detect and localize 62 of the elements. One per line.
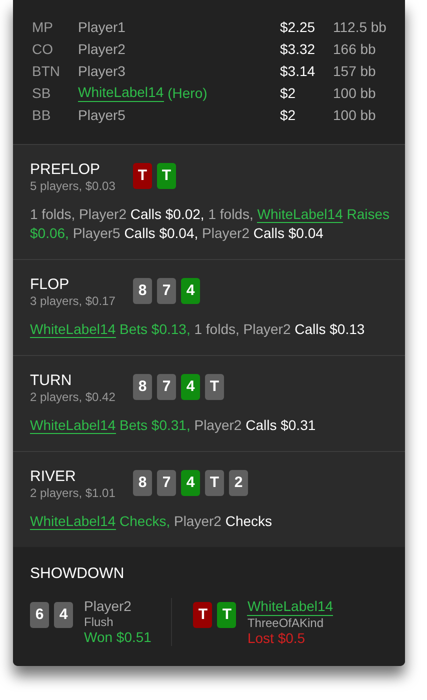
playing-card: 7 [157, 278, 176, 304]
playing-card: T [133, 163, 152, 189]
player-name: Player2 [78, 41, 126, 58]
action-log: WhiteLabel14 Bets $0.13, 1 folds, Player2 Calls $0.13 [30, 320, 366, 339]
playing-card: T [205, 470, 224, 496]
playing-card: 7 [157, 470, 176, 496]
playing-card: 6 [30, 602, 49, 628]
big-blinds: 157 bb [333, 63, 377, 80]
playing-card: T [157, 163, 176, 189]
playing-card: T [205, 374, 224, 400]
hand-rank: ThreeOfAKind [247, 616, 324, 631]
street-info: 5 players, $0.03 [30, 179, 116, 193]
position-label: BB [32, 107, 52, 124]
playing-card: 7 [157, 374, 176, 400]
player-name: Player2 [84, 598, 132, 615]
player-name: Player5 [78, 107, 126, 124]
position-label: SB [32, 85, 52, 102]
stack-amount: $2 [280, 85, 297, 102]
showdown-title: SHOWDOWN [30, 565, 126, 583]
action-log: WhiteLabel14 Bets $0.31, Player2 Calls $0.31 [30, 416, 317, 435]
playing-card: 4 [181, 374, 200, 400]
street-info: 2 players, $1.01 [30, 486, 116, 500]
street-title: TURN [30, 372, 73, 390]
hero-tag: (Hero) [168, 85, 208, 102]
playing-card: 8 [133, 374, 152, 400]
position-label: MP [32, 19, 54, 36]
player-name: Player1 [78, 19, 126, 36]
street-title: FLOP [30, 276, 70, 294]
street-info: 2 players, $0.42 [30, 390, 116, 404]
street-title: RIVER [30, 468, 77, 486]
player-link[interactable]: WhiteLabel14 [30, 417, 116, 434]
position-label: BTN [32, 63, 61, 80]
playing-card: 8 [133, 470, 152, 496]
street-title: PREFLOP [30, 161, 102, 179]
hand-rank: Flush [84, 615, 114, 630]
stack-amount: $3.14 [280, 63, 316, 80]
big-blinds: 112.5 bb [333, 19, 388, 36]
player-link[interactable]: WhiteLabel14 [257, 206, 343, 223]
stack-amount: $2 [280, 107, 297, 124]
action-log: WhiteLabel14 Checks, Player2 Checks [30, 512, 274, 531]
big-blinds: 100 bb [333, 107, 377, 124]
stack-amount: $3.32 [280, 41, 316, 58]
playing-card: T [193, 602, 212, 628]
position-label: CO [32, 41, 54, 58]
playing-card: T [217, 602, 236, 628]
playing-card: 2 [229, 470, 248, 496]
action-log: 1 folds, Player2 Calls $0.02, 1 folds, WhiteLabel14 Raises $0.06, Player5 Calls $0.04, Player2 Calls $0.04 [30, 205, 391, 243]
big-blinds: 166 bb [333, 41, 377, 58]
player-name: Player3 [78, 63, 126, 80]
street-info: 3 players, $0.17 [30, 294, 116, 308]
player-link[interactable]: WhiteLabel14 [30, 513, 116, 530]
playing-card: 4 [181, 470, 200, 496]
playing-card: 4 [181, 278, 200, 304]
result-text: Won $0.51 [84, 630, 152, 645]
stack-amount: $2.25 [280, 19, 316, 36]
player-link[interactable]: WhiteLabel14 [30, 321, 116, 338]
player-link[interactable]: WhiteLabel14 [247, 598, 334, 616]
big-blinds: 100 bb [333, 85, 377, 102]
result-text: Lost $0.5 [247, 631, 306, 646]
player-link[interactable]: WhiteLabel14 [78, 85, 164, 102]
playing-card: 4 [54, 602, 73, 628]
playing-card: 8 [133, 278, 152, 304]
